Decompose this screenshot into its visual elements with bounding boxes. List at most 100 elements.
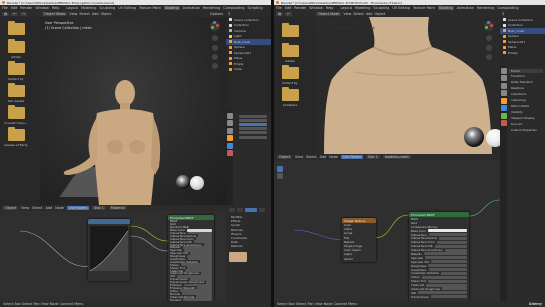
value-field[interactable] [431,295,467,299]
value-field[interactable] [427,279,467,283]
right-vp-menu-view[interactable]: View [343,12,351,16]
left-menu-window[interactable]: Window [35,6,48,10]
right-tab-rendering[interactable]: Rendering [477,6,494,10]
property-field[interactable] [235,122,269,126]
left-options-label[interactable]: Options [210,12,223,16]
folder-item[interactable]: release of Early... [4,127,40,147]
right-menu-window[interactable]: Window [309,6,322,10]
right-3d-viewport[interactable]: User Perspective (Local) (1) Scene Colle… [314,17,500,154]
value-field[interactable] [428,264,467,268]
left-vp-menu-object[interactable]: Object [100,12,111,16]
outliner-filter-icon[interactable]: ⚲ [502,12,504,16]
folder-item[interactable]: Adobe [8,39,40,59]
sidebar-tool-button[interactable] [259,208,265,212]
tool-tab-icon[interactable] [226,112,233,119]
left-tab-compositing[interactable]: Compositing [223,6,244,10]
right-tab-modeling[interactable]: Modeling [355,6,370,10]
left-file-browser-view-button[interactable]: ▤ [2,12,10,16]
object-tab-icon[interactable] [226,135,233,141]
left-node-menu-view[interactable]: View [21,206,29,210]
left-tab-rendering[interactable]: Rendering [203,6,220,10]
right-vp-menu-add[interactable]: Add [366,12,373,16]
left-vp-menu-select[interactable]: Select [79,12,89,16]
left-menu-render[interactable]: Render [20,6,32,10]
pan-icon[interactable] [486,45,492,51]
left-principled-bsdf-node[interactable]: Principled BSDF BSDF GGX Random Walk Base C… [168,215,214,301]
right-navigation-gizmo[interactable] [484,21,496,71]
right-vp-menu-select[interactable]: Select [353,12,363,16]
right-mode-select[interactable]: Object Mode [316,12,342,16]
left-menu-edit[interactable]: Edit [11,6,18,10]
right-node-menu-view[interactable]: View [295,155,303,159]
folder-item[interactable]: Inventor Serv... [5,105,40,125]
right-file-browser-view-button[interactable]: ▤ [276,12,284,16]
left-vp-menu-add[interactable]: Add [92,12,99,16]
sidebar-tool-button[interactable] [229,208,235,212]
left-tab-modeling[interactable]: Modeling [81,6,96,10]
left-node-object-select[interactable]: Object [3,206,19,210]
object-tab-icon[interactable] [500,97,507,104]
output-tab-icon[interactable] [226,127,233,134]
folder-item[interactable] [8,21,40,35]
right-tab-animation[interactable]: Animation [457,6,474,10]
node-input-row[interactable]: Transmission [409,295,469,299]
right-tab-layout[interactable]: Layout [340,6,352,10]
right-tab-shading[interactable]: Shading [437,6,454,10]
chrome-sphere[interactable] [176,175,190,189]
value-field[interactable] [431,260,467,264]
left-menu-file[interactable]: File [2,6,8,10]
left-use-nodes-toggle[interactable]: Use Nodes [67,206,90,210]
sidebar-tool-button[interactable] [245,208,257,212]
value-field[interactable] [444,248,467,252]
sidebar-item[interactable]: Material [229,244,268,248]
value-field[interactable] [421,275,467,279]
outliner-filter-icon[interactable]: ⚲ [228,12,230,16]
grid-view-icon[interactable] [212,63,218,69]
render-tab-icon[interactable] [226,120,233,126]
node-output-row[interactable]: Vector [342,257,376,261]
left-tab-shading[interactable]: Shading [163,6,180,10]
outliner-row[interactable]: Cube [226,67,271,73]
right-tab-compositing[interactable]: Compositing [497,6,518,10]
value-field[interactable] [423,252,467,256]
pan-icon[interactable] [212,45,218,51]
left-slot-select[interactable]: Slot 1 [92,206,106,210]
white-sphere[interactable] [190,176,204,190]
right-principled-bsdf-node[interactable]: Principled BSDF BSDF GGX Christensen-Burle… [409,212,469,301]
right-use-nodes-toggle[interactable]: Use Nodes [341,155,364,159]
left-tab-texture-paint[interactable]: Texture Paint [139,6,161,10]
scene-tab-icon[interactable] [500,90,507,96]
left-node-menu-node[interactable]: Node [55,206,64,210]
right-menu-edit[interactable]: Edit [285,6,292,10]
property-field[interactable] [235,118,269,122]
left-tab-uv-editing[interactable]: UV Editing [118,6,136,10]
white-sphere[interactable] [486,129,500,147]
left-tab-sculpting[interactable]: Sculpting [99,6,115,10]
right-tab-uv-editing[interactable]: UV Editing [392,6,410,10]
render-tab-icon[interactable] [500,75,507,81]
right-tab-texture-paint[interactable]: Texture Paint [413,6,435,10]
left-node-menu-select[interactable]: Select [32,206,42,210]
right-node-editor[interactable]: Image Texture Color Alpha Linear Flat Repeat… [274,160,500,301]
modifier-tab-icon[interactable] [500,105,507,111]
left-vp-menu-view[interactable]: View [69,12,77,16]
property-field[interactable] [235,135,269,139]
zoom-icon[interactable] [486,35,492,41]
left-menu-help[interactable]: Help [52,6,60,10]
left-mode-select[interactable]: Object Mode [42,12,68,16]
value-field[interactable] [425,256,467,260]
right-node-menu-node[interactable]: Node [329,155,338,159]
left-file-browser-back-button[interactable]: ← [11,12,19,16]
left-node-menu-add[interactable]: Add [46,206,53,210]
camera-view-icon[interactable] [212,54,218,60]
value-field[interactable] [438,236,467,240]
left-3d-viewport[interactable]: User Perspective (1) Scene Collection | … [40,17,226,205]
right-menu-help[interactable]: Help [326,6,334,10]
right-vp-menu-object[interactable]: Object [374,12,385,16]
right-node-menu-add[interactable]: Add [320,155,327,159]
folder-item[interactable]: Adobe [282,43,314,63]
folder-item[interactable]: Cambiare [282,87,314,107]
chrome-sphere[interactable] [464,127,484,147]
output-tab-icon[interactable] [500,82,507,89]
left-node-editor[interactable]: Principled BSDF BSDF GGX Random Walk Base C… [0,211,226,301]
